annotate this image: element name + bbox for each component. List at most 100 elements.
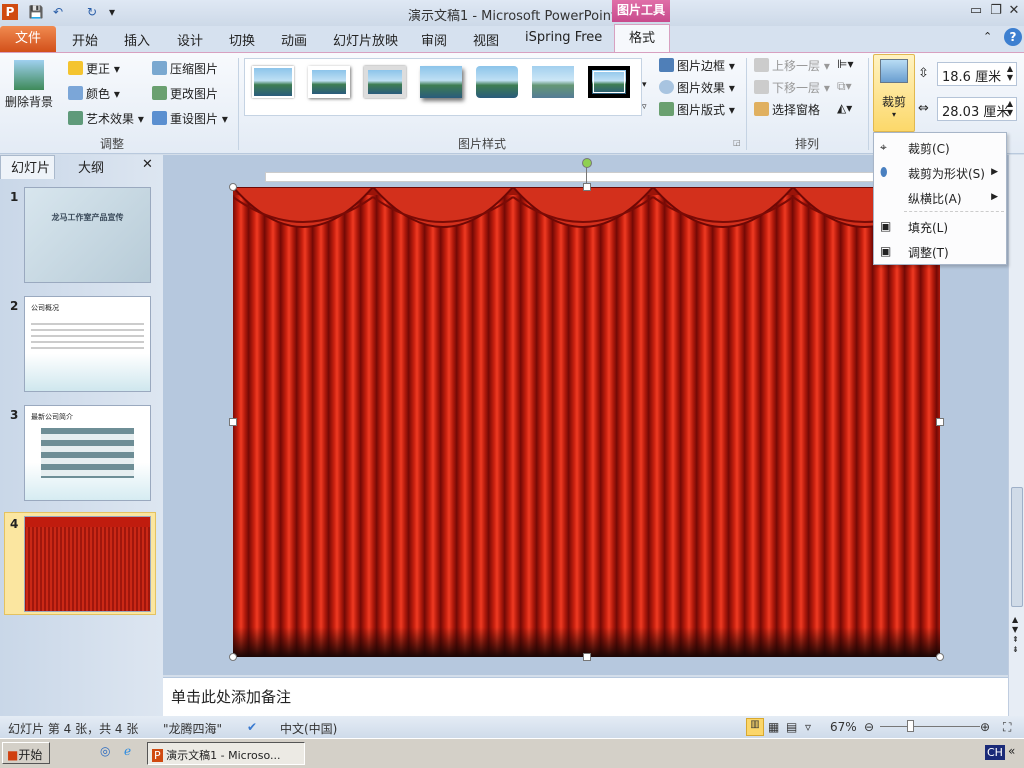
width-input[interactable]: 28.03 厘米 ▲ ▼	[937, 97, 1017, 121]
language[interactable]: 中文(中国)	[280, 720, 337, 737]
corrections-button[interactable]: 更正 ▾	[68, 60, 120, 77]
close-button[interactable]: ✕	[1006, 3, 1022, 18]
resize-handle[interactable]	[583, 653, 591, 661]
ime-indicator[interactable]: CH	[985, 745, 1005, 760]
remove-background-button[interactable]: 删除背景	[5, 93, 53, 110]
theme-name: "龙腾四海"	[163, 722, 223, 736]
crop-icon: ⌖	[880, 140, 887, 154]
zoom-slider-thumb[interactable]	[907, 720, 914, 732]
tab-file[interactable]: 文件	[0, 26, 56, 52]
picture-style-4[interactable]	[420, 66, 462, 98]
picture-tools-header: 图片工具	[612, 0, 670, 22]
fit-to-window-icon[interactable]: ⛶	[1003, 720, 1011, 735]
tab-slideshow[interactable]: 幻灯片放映	[333, 30, 398, 49]
color-button[interactable]: 颜色 ▾	[68, 85, 120, 102]
height-icon: ⇳	[918, 66, 929, 81]
zoom-level[interactable]: 67%	[830, 720, 857, 734]
zoom-in-icon[interactable]: ⊕	[980, 720, 990, 734]
zoom-out-icon[interactable]: ⊖	[864, 720, 874, 734]
slide-thumbnail-2[interactable]: 公司概况	[24, 296, 151, 392]
rotate-icon[interactable]: ◭▾	[837, 101, 852, 115]
resize-handle[interactable]	[936, 418, 944, 426]
compress-pictures-button[interactable]: 压缩图片	[152, 60, 218, 77]
menu-item-crop-to-shape[interactable]: 裁剪为形状(S)	[908, 165, 985, 182]
selection-pane-button[interactable]: 选择窗格	[754, 101, 820, 118]
tab-slides[interactable]: 幻灯片	[11, 157, 50, 176]
tab-ispring[interactable]: iSpring Free	[525, 30, 602, 45]
picture-style-7[interactable]	[588, 66, 630, 98]
picture-style-6[interactable]	[532, 66, 574, 98]
tab-format[interactable]: 格式	[614, 24, 670, 54]
gallery-scroll-down[interactable]: ▾	[642, 80, 647, 90]
tab-home[interactable]: 开始	[72, 30, 98, 49]
slide-thumbnail-3[interactable]: 最新公司简介	[24, 405, 151, 501]
reset-picture-button[interactable]: 重设图片 ▾	[152, 110, 228, 127]
reading-view-icon[interactable]: ▤	[786, 720, 797, 734]
group-icon[interactable]: ⧉▾	[837, 79, 852, 94]
reset-picture-icon	[152, 111, 167, 125]
menu-item-aspect-ratio[interactable]: 纵横比(A)	[908, 190, 962, 207]
taskbar-powerpoint-window[interactable]: P 演示文稿1 - Microso...	[147, 742, 305, 765]
crop-button[interactable]: 裁剪 ▾	[873, 54, 915, 132]
resize-handle[interactable]	[229, 183, 237, 191]
slide-thumbnail-1[interactable]: 龙马工作室产品宣传	[24, 187, 151, 283]
selection-pane-icon	[754, 102, 769, 116]
slideshow-icon[interactable]: ▿	[805, 720, 811, 734]
change-picture-button[interactable]: 更改图片	[152, 85, 218, 102]
picture-style-3[interactable]	[364, 66, 406, 98]
menu-item-crop[interactable]: 裁剪(C)	[908, 140, 950, 157]
tab-animations[interactable]: 动画	[281, 30, 307, 49]
slide-thumbnail-4[interactable]	[24, 516, 151, 612]
picture-style-2[interactable]	[308, 66, 350, 98]
height-input[interactable]: 18.6 厘米 ▲ ▼	[937, 62, 1017, 86]
vertical-scrollbar[interactable]: ▲ ▼ ⇞ ⇟	[1008, 155, 1024, 716]
gallery-more-button[interactable]: ▿	[642, 102, 647, 112]
notes-pane[interactable]: 单击此处添加备注	[163, 677, 1008, 716]
picture-layout-button[interactable]: 图片版式 ▾	[659, 101, 735, 118]
ie-icon[interactable]: ℯ	[124, 744, 131, 758]
start-button[interactable]: ■开始	[2, 742, 50, 764]
close-pane-icon[interactable]: ✕	[142, 157, 153, 172]
send-backward-button[interactable]: 下移一层 ▾	[754, 79, 830, 96]
tab-insert[interactable]: 插入	[124, 30, 150, 49]
menu-item-fill[interactable]: 填充(L)	[908, 219, 948, 236]
menu-item-fit[interactable]: 调整(T)	[908, 244, 949, 261]
resize-handle[interactable]	[229, 418, 237, 426]
align-icon[interactable]: ⊫▾	[837, 57, 853, 71]
dialog-launcher-icon[interactable]: ◲	[733, 138, 741, 147]
picture-style-5[interactable]	[476, 66, 518, 98]
picture-effects-button[interactable]: 图片效果 ▾	[659, 79, 735, 96]
spellcheck-icon[interactable]: ✔	[247, 720, 257, 734]
picture-border-button[interactable]: 图片边框 ▾	[659, 57, 735, 74]
bring-forward-button[interactable]: 上移一层 ▾	[754, 57, 830, 74]
normal-view-icon[interactable]: ▥	[746, 718, 764, 736]
curtain-picture[interactable]	[233, 187, 940, 657]
tab-view[interactable]: 视图	[473, 30, 499, 49]
color-icon	[68, 86, 83, 100]
title-bar: P 💾 ↶ ↻ ▾ 演示文稿1 - Microsoft PowerPoint ▭…	[0, 0, 1024, 26]
remove-background-icon[interactable]	[14, 60, 44, 90]
effects-icon	[659, 80, 674, 94]
slide-number: 4	[10, 517, 19, 531]
minimize-button[interactable]: ▭	[968, 3, 984, 18]
tray-expand-icon[interactable]: «	[1008, 744, 1015, 758]
resize-handle[interactable]	[229, 653, 237, 661]
scroll-thumb[interactable]	[1011, 487, 1023, 607]
tab-review[interactable]: 审阅	[421, 30, 447, 49]
tab-transitions[interactable]: 切换	[229, 30, 255, 49]
zoom-slider[interactable]	[880, 726, 980, 727]
slide-sorter-icon[interactable]: ▦	[768, 720, 779, 734]
tab-outline[interactable]: 大纲	[78, 157, 104, 176]
resize-handle[interactable]	[936, 653, 944, 661]
rotate-handle[interactable]	[582, 158, 592, 168]
picture-style-1[interactable]	[252, 66, 294, 98]
bring-forward-icon	[754, 58, 769, 72]
tab-design[interactable]: 设计	[177, 30, 203, 49]
artistic-effects-button[interactable]: 艺术效果 ▾	[68, 110, 144, 127]
help-icon[interactable]: ?	[1004, 28, 1022, 46]
resize-handle[interactable]	[583, 183, 591, 191]
collapse-ribbon-icon[interactable]: ⌃	[983, 30, 992, 43]
restore-button[interactable]: ❐	[988, 3, 1004, 18]
send-backward-icon	[754, 80, 769, 94]
browser-icon[interactable]: ◎	[100, 744, 110, 758]
